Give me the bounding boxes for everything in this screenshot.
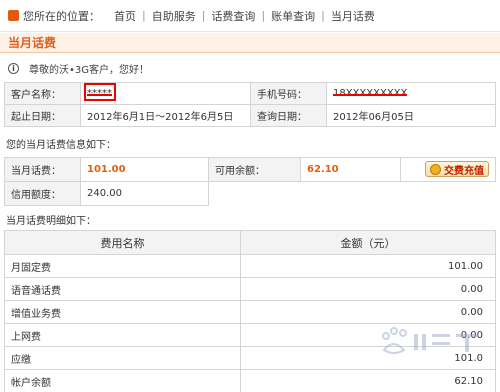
table-row: 信用额度： 240.00 — [4, 181, 496, 206]
credit-limit-label: 信用额度： — [4, 181, 81, 206]
breadcrumb: 您所在的位置： 首页 | 自助服务 | 话费查询 | 账单查询 | 当月话费 — [0, 0, 500, 32]
row-name: 月固定费 — [4, 254, 241, 278]
breadcrumb-separator: | — [261, 9, 266, 22]
info-icon: i — [8, 63, 19, 74]
row-name: 上网费 — [4, 323, 241, 347]
balance-value: 62.10 — [300, 157, 401, 182]
greeting-text: 尊敬的沃•3G客户，您好！ — [29, 65, 150, 76]
table-row: 起止日期： 2012年6月1日～2012年6月5日 查询日期： 2012年06月… — [4, 104, 496, 127]
page-title: 当月话费 — [0, 33, 500, 53]
table-row: 客户名称： ***** 手机号码： 18XXXXXXXXX — [4, 82, 496, 105]
breadcrumb-separator: | — [321, 9, 325, 22]
recharge-button[interactable]: 交费充值 — [425, 161, 489, 178]
row-name: 语音通话费 — [4, 277, 241, 301]
phone-label: 手机号码： — [250, 82, 327, 105]
summary-section-title: 您的当月话费信息如下： — [6, 140, 116, 151]
query-date-label: 查询日期： — [250, 104, 327, 127]
current-charge-value: 101.00 — [80, 157, 209, 182]
row-amount: 0.00 — [240, 277, 496, 301]
customer-info-table: 客户名称： ***** 手机号码： 18XXXXXXXXX 起止日期： 2012… — [4, 82, 496, 127]
summary-table: 当月话费： 101.00 可用余额： 62.10 交费充值 信用额度： 240.… — [4, 157, 496, 206]
redaction-box — [84, 83, 116, 101]
greeting: i 尊敬的沃•3G客户，您好！ — [8, 61, 149, 76]
table-row: 当月话费： 101.00 可用余额： 62.10 交费充值 — [4, 157, 496, 182]
balance-label: 可用余额： — [208, 157, 301, 182]
breadcrumb-home[interactable]: 首页 — [114, 8, 136, 24]
table-row: 帐户余额 62.10 — [4, 369, 496, 392]
recharge-cell: 交费充值 — [400, 157, 496, 182]
table-row: 月固定费 101.00 — [4, 254, 496, 278]
row-amount: 0.00 — [240, 300, 496, 324]
period-value: 2012年6月1日～2012年6月5日 — [80, 104, 251, 127]
column-header-item: 费用名称 — [4, 230, 241, 255]
table-header-row: 费用名称 金额（元） — [4, 230, 496, 255]
detail-table: 费用名称 金额（元） 月固定费 101.00 语音通话费 0.00 增值业务费 … — [4, 230, 496, 392]
breadcrumb-separator: | — [142, 9, 146, 22]
breadcrumb-account-query[interactable]: 账单查询 — [271, 8, 315, 24]
breadcrumb-current: 当月话费 — [330, 9, 375, 23]
redaction-line — [333, 93, 408, 96]
customer-name-redacted: ***** — [84, 83, 116, 101]
row-name: 应缴 — [4, 346, 241, 370]
recharge-label: 交费充值 — [444, 165, 484, 177]
row-amount: 62.10 — [240, 369, 496, 392]
coin-icon — [430, 163, 441, 175]
breadcrumb-self-service[interactable]: 自助服务 — [152, 8, 196, 24]
detail-section-title: 当月话费明细如下： — [6, 216, 96, 227]
customer-name-label: 客户名称： — [4, 82, 81, 105]
row-name: 帐户余额 — [4, 369, 241, 392]
empty-cell — [209, 182, 496, 206]
credit-limit-value: 240.00 — [80, 181, 209, 206]
phone-cell: 18XXXXXXXXX — [326, 82, 496, 105]
baidu-watermark-logo — [382, 327, 478, 354]
table-row: 增值业务费 0.00 — [4, 300, 496, 324]
location-label: 您所在的位置： — [23, 9, 100, 23]
table-row: 语音通话费 0.00 — [4, 277, 496, 301]
location-icon — [8, 10, 19, 21]
customer-name-cell: ***** — [80, 82, 251, 105]
row-name: 增值业务费 — [4, 300, 241, 324]
query-date-value: 2012年06月05日 — [326, 104, 496, 127]
breadcrumb-bill-query[interactable]: 话费查询 — [211, 8, 255, 24]
column-header-amount: 金额（元） — [240, 230, 496, 255]
row-amount: 101.00 — [240, 254, 496, 278]
current-charge-label: 当月话费： — [4, 157, 81, 182]
period-label: 起止日期： — [4, 104, 81, 127]
breadcrumb-separator: | — [201, 9, 206, 22]
phone-redacted: 18XXXXXXXXX — [333, 88, 408, 99]
